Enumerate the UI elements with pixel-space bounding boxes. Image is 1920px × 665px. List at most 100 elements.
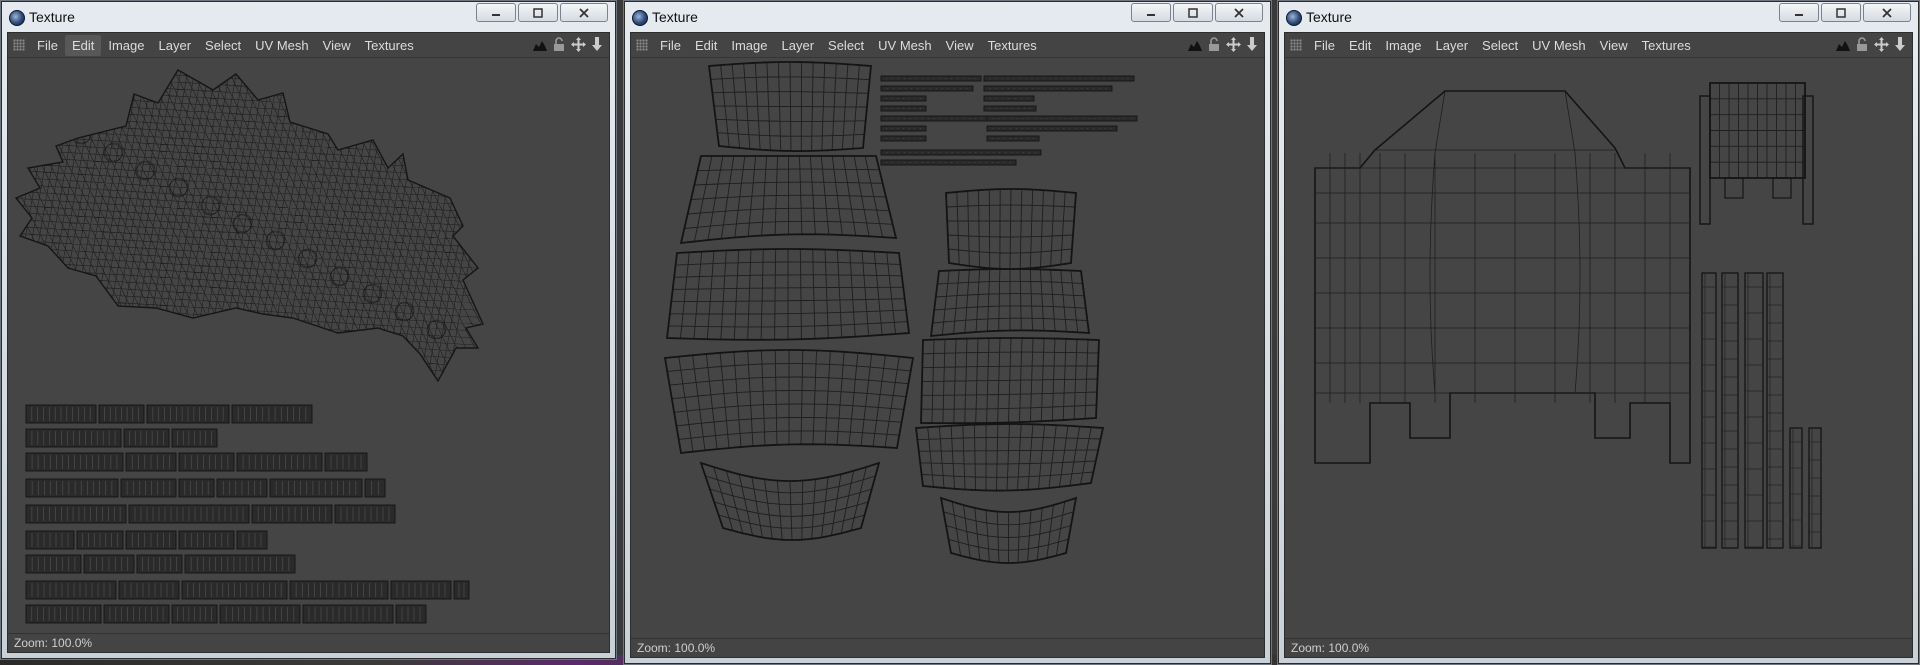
uv-strip [983, 85, 1113, 92]
histogram-icon[interactable] [1187, 36, 1203, 53]
zoom-status: Zoom: 100.0% [1291, 641, 1370, 655]
lock-icon[interactable] [1854, 36, 1870, 53]
uv-strip [880, 159, 1017, 166]
uv-column [1789, 427, 1803, 549]
maximize-icon [533, 7, 543, 18]
uv-tab [1772, 177, 1792, 199]
menu-file[interactable]: File [30, 35, 65, 56]
uv-band-3 [665, 248, 911, 341]
download-icon[interactable] [1892, 36, 1908, 53]
uv-strip-row [25, 404, 313, 424]
uv-strip [880, 85, 974, 92]
menu-file[interactable]: File [653, 35, 688, 56]
uv-strip-row [25, 530, 268, 550]
maximize-icon [1188, 7, 1198, 18]
menu-edit[interactable]: Edit [64, 34, 102, 56]
move-icon[interactable] [1225, 36, 1241, 53]
uv-band-5 [699, 461, 881, 541]
texture-window-1: Texture File Edit Image Layer Select UV … [0, 0, 617, 660]
menu-uv-mesh[interactable]: UV Mesh [871, 35, 938, 56]
lock-icon[interactable] [1206, 36, 1222, 53]
download-icon[interactable] [1244, 36, 1260, 53]
uv-canvas[interactable] [8, 58, 609, 634]
close-button[interactable] [1863, 3, 1911, 22]
uv-side [1699, 95, 1711, 225]
menu-view[interactable]: View [939, 35, 981, 56]
uv-strip [880, 95, 927, 102]
status-bar: Zoom: 100.0% [631, 638, 1264, 657]
menu-file[interactable]: File [1307, 35, 1342, 56]
maximize-button[interactable] [518, 3, 558, 22]
menu-view[interactable]: View [1593, 35, 1635, 56]
uv-strip-row [25, 580, 470, 600]
menu-textures[interactable]: Textures [358, 35, 421, 56]
uv-canvas[interactable] [1285, 58, 1912, 639]
menu-edit[interactable]: Edit [1342, 35, 1378, 56]
uv-wireframe [1314, 82, 1822, 549]
menu-uv-mesh[interactable]: UV Mesh [1525, 35, 1592, 56]
title-bar[interactable]: Texture [624, 1, 1271, 31]
uv-column [1744, 272, 1764, 549]
menu-view[interactable]: View [316, 35, 358, 56]
menu-select[interactable]: Select [821, 35, 871, 56]
menu-image[interactable]: Image [1378, 35, 1428, 56]
uv-strip [880, 125, 927, 132]
menu-edit[interactable]: Edit [688, 35, 724, 56]
uv-strip-row [25, 504, 396, 524]
histogram-icon[interactable] [532, 36, 548, 53]
maximize-button[interactable] [1821, 3, 1861, 22]
uv-strip [986, 125, 1118, 132]
menu-layer[interactable]: Layer [775, 35, 822, 56]
menu-select[interactable]: Select [1475, 35, 1525, 56]
uv-strip [983, 95, 1035, 102]
close-icon [1234, 7, 1244, 18]
uv-strip-row [25, 554, 296, 574]
window-title: Texture [652, 9, 698, 25]
maximize-button[interactable] [1173, 3, 1213, 22]
lock-icon[interactable] [551, 36, 567, 53]
uv-strip [983, 75, 1135, 82]
menu-image[interactable]: Image [724, 35, 774, 56]
grip-icon[interactable] [1290, 39, 1302, 51]
minimize-button[interactable] [1779, 3, 1819, 22]
grip-icon[interactable] [13, 39, 25, 51]
uv-strip-row [25, 452, 368, 472]
app-icon [632, 10, 648, 26]
uv-column [1766, 272, 1784, 549]
menu-bar: File Edit Image Layer Select UV Mesh Vie… [1285, 33, 1912, 58]
uv-band-6 [945, 188, 1077, 270]
uv-canvas[interactable] [631, 58, 1264, 639]
uv-strip [983, 105, 1037, 112]
uv-wireframe [663, 61, 1138, 564]
menu-textures[interactable]: Textures [1635, 35, 1698, 56]
minimize-icon [492, 13, 500, 16]
menu-uv-mesh[interactable]: UV Mesh [248, 35, 315, 56]
close-button[interactable] [1215, 3, 1263, 22]
move-icon[interactable] [1873, 36, 1889, 53]
histogram-icon[interactable] [1835, 36, 1851, 53]
grip-icon[interactable] [636, 39, 648, 51]
uv-tab [1724, 177, 1744, 199]
status-bar: Zoom: 100.0% [1285, 638, 1912, 657]
title-bar[interactable]: Texture [1278, 1, 1919, 31]
uv-island-box [1314, 90, 1691, 464]
uv-band-7 [929, 268, 1091, 338]
minimize-button[interactable] [1131, 3, 1171, 22]
title-bar[interactable]: Texture [1, 1, 616, 31]
menu-textures[interactable]: Textures [981, 35, 1044, 56]
window-title: Texture [1306, 9, 1352, 25]
menu-layer[interactable]: Layer [152, 35, 199, 56]
uv-band-9 [914, 423, 1105, 492]
menu-image[interactable]: Image [101, 35, 151, 56]
move-icon[interactable] [570, 36, 586, 53]
menu-layer[interactable]: Layer [1429, 35, 1476, 56]
menu-select[interactable]: Select [198, 35, 248, 56]
app-icon [1286, 10, 1302, 26]
maximize-icon [1836, 7, 1846, 18]
download-icon[interactable] [589, 36, 605, 53]
close-icon [579, 7, 589, 18]
minimize-button[interactable] [476, 3, 516, 22]
texture-window-3: Texture File Edit Image Layer Select UV … [1277, 0, 1920, 665]
uv-strip [880, 105, 927, 112]
close-button[interactable] [560, 3, 608, 22]
